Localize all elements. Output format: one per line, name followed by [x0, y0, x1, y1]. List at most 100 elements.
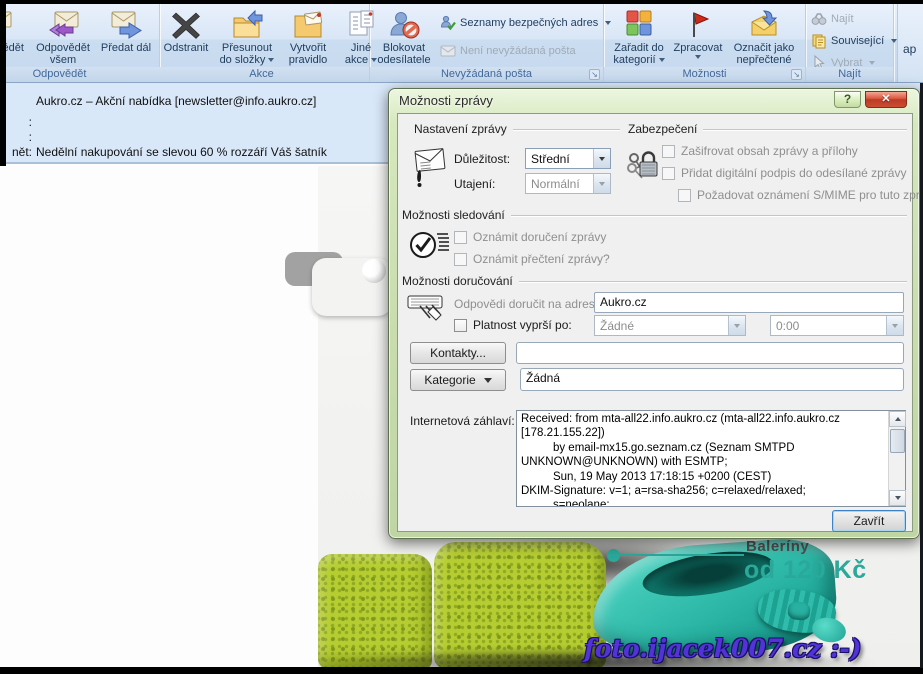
- sensitivity-value: Normální: [526, 177, 593, 191]
- importance-envelope-icon: [410, 144, 448, 193]
- categories-button[interactable]: Kategorie: [410, 369, 506, 391]
- outlook-window: Odpovědět Odpovědět všem Předat dál Odpo…: [0, 0, 923, 674]
- encrypt-checkbox[interactable]: Zašifrovat obsah zprávy a přílohy: [662, 144, 858, 158]
- mark-unread-icon: [747, 9, 781, 41]
- callout-line: [616, 554, 744, 556]
- section-security: Zabezpečení: [628, 122, 907, 136]
- replies-to-input[interactable]: Aukro.cz: [594, 292, 904, 313]
- categorize-label: Zařadit do kategorií: [613, 42, 663, 66]
- section-title: Zabezpečení: [628, 122, 697, 136]
- dropdown-caret: [869, 61, 875, 65]
- follow-up-icon: [681, 9, 715, 41]
- encrypt-label: Zašifrovat obsah zprávy a přílohy: [681, 144, 858, 158]
- move-to-folder-button[interactable]: Přesunout do složky: [216, 7, 278, 67]
- reply-icon: [6, 9, 14, 41]
- categories-button-label: Kategorie: [424, 373, 475, 387]
- reply-all-button[interactable]: Odpovědět všem: [30, 7, 96, 67]
- sensitivity-select[interactable]: Normální: [525, 173, 611, 194]
- ribbon-group-junk: Blokovat odesílatele Seznamy bezpečných …: [370, 4, 604, 82]
- reply-button[interactable]: Odpovědět: [6, 7, 28, 67]
- chevron-down-icon: [886, 316, 903, 335]
- replies-to-label: Odpovědi doručit na adresu:: [454, 297, 605, 311]
- help-button[interactable]: ?: [834, 91, 861, 108]
- scroll-thumb[interactable]: [890, 429, 905, 453]
- ribbon-group-label-options: Možnosti: [604, 67, 805, 82]
- left-border: [0, 0, 6, 166]
- other-actions-label: Jiné akce: [345, 42, 371, 66]
- ribbon-group-find: Najít Související Vybrat Najít: [806, 4, 894, 82]
- dialog-body: Nastavení zprávy Zabezpečení Důležitost:…: [397, 113, 913, 532]
- block-sender-button[interactable]: Blokovat odesílatele: [374, 7, 434, 67]
- importance-label: Důležitost:: [454, 152, 510, 166]
- top-border: [0, 0, 923, 4]
- close-x-button[interactable]: ✕: [865, 91, 907, 108]
- section-title: Možnosti sledování: [402, 208, 505, 222]
- mark-unread-button[interactable]: Označit jako nepřečtené: [724, 7, 804, 67]
- smime-checkbox[interactable]: Požadovat oznámení S/MIME pro tuto zpráv…: [678, 188, 923, 202]
- find-button[interactable]: Najít: [811, 9, 891, 28]
- ribbon-group-label-reply: Odpovědět: [6, 67, 159, 82]
- forward-button[interactable]: Předat dál: [98, 7, 154, 67]
- block-sender-label: Blokovat odesílatele: [377, 42, 430, 66]
- not-junk-button[interactable]: Není nevyžádaná pošta: [440, 41, 602, 60]
- related-button[interactable]: Související: [811, 31, 891, 50]
- ribbon-group-label-find: Najít: [806, 67, 893, 82]
- block-sender-icon: [387, 9, 421, 41]
- importance-select[interactable]: Střední: [525, 148, 611, 169]
- chevron-down-icon: [728, 316, 745, 335]
- internet-headers-label: Internetová záhlaví:: [410, 414, 515, 428]
- forward-label: Předat dál: [101, 42, 151, 54]
- follow-up-label: Zpracovat: [674, 42, 723, 54]
- categorize-button[interactable]: Zařadit do kategorií: [608, 7, 670, 67]
- contacts-button[interactable]: Kontakty...: [410, 342, 506, 364]
- internet-headers-text[interactable]: Received: from mta-all22.info.aukro.cz (…: [517, 411, 888, 506]
- lace-legwarmer-left: [318, 554, 432, 667]
- importance-value: Střední: [526, 152, 593, 166]
- checkbox-box: [454, 231, 467, 244]
- section-message-settings: Nastavení zprávy: [414, 122, 620, 136]
- section-tracking: Možnosti sledování: [402, 208, 907, 222]
- scroll-up-icon[interactable]: [889, 411, 906, 427]
- bottom-border: [0, 667, 923, 674]
- close-button-label: Zavřít: [854, 514, 885, 528]
- contacts-button-label: Kontakty...: [430, 346, 486, 360]
- delete-label: Odstranit: [164, 42, 209, 54]
- headers-scrollbar[interactable]: [888, 411, 905, 506]
- header-label-fragment: nět:: [6, 145, 32, 159]
- close-button[interactable]: Zavřít: [832, 510, 906, 532]
- safe-lists-label: Seznamy bezpečných adres: [460, 17, 598, 29]
- digital-sign-checkbox[interactable]: Přidat digitální podpis do odesílané zpr…: [662, 166, 906, 180]
- ribbon-partial-right-panel: ap: [897, 4, 923, 82]
- expires-checkbox[interactable]: Platnost vyprší po:: [454, 318, 572, 332]
- security-lock-icon: [626, 146, 660, 193]
- photo-watermark: foto.ijacek007.cz :-): [584, 634, 862, 663]
- expires-time-select[interactable]: 0:00: [770, 315, 904, 336]
- ribbon-group-reply: Odpovědět Odpovědět všem Předat dál Odpo…: [6, 4, 160, 82]
- delivery-hand-icon: [406, 292, 450, 331]
- tracking-check-icon: [408, 226, 450, 269]
- dropdown-caret: [268, 58, 274, 62]
- delivery-receipt-checkbox[interactable]: Oznámit doručení zprávy: [454, 230, 606, 244]
- header-label-fragment: :: [6, 130, 32, 144]
- chevron-down-icon: [593, 174, 610, 193]
- forward-icon: [109, 9, 143, 41]
- junk-dialog-launcher[interactable]: [589, 69, 600, 80]
- message-options-dialog: Možnosti zprávy ? ✕ Nastavení zprávy Zab…: [388, 88, 920, 539]
- smime-label: Požadovat oznámení S/MIME pro tuto zpráv…: [697, 188, 923, 202]
- read-receipt-label: Oznámit přečtení zprávy?: [473, 252, 610, 266]
- related-label: Související: [831, 35, 884, 47]
- contacts-input[interactable]: [516, 342, 904, 364]
- categorize-icon: [622, 9, 656, 41]
- create-rule-button[interactable]: Vytvořit pravidlo: [280, 7, 336, 67]
- shoe-bow-knot: [787, 601, 811, 622]
- safe-lists-button[interactable]: Seznamy bezpečných adres: [440, 13, 602, 32]
- follow-up-button[interactable]: Zpracovat: [672, 7, 724, 67]
- related-icon: [811, 33, 827, 49]
- dropdown-caret: [659, 58, 665, 62]
- categories-input[interactable]: Žádná: [520, 368, 904, 391]
- delete-button[interactable]: Odstranit: [158, 7, 214, 67]
- expires-date-select[interactable]: Žádné: [594, 315, 746, 336]
- scroll-down-icon[interactable]: [889, 490, 906, 506]
- options-dialog-launcher[interactable]: [791, 69, 802, 80]
- read-receipt-checkbox[interactable]: Oznámit přečtení zprávy?: [454, 252, 610, 266]
